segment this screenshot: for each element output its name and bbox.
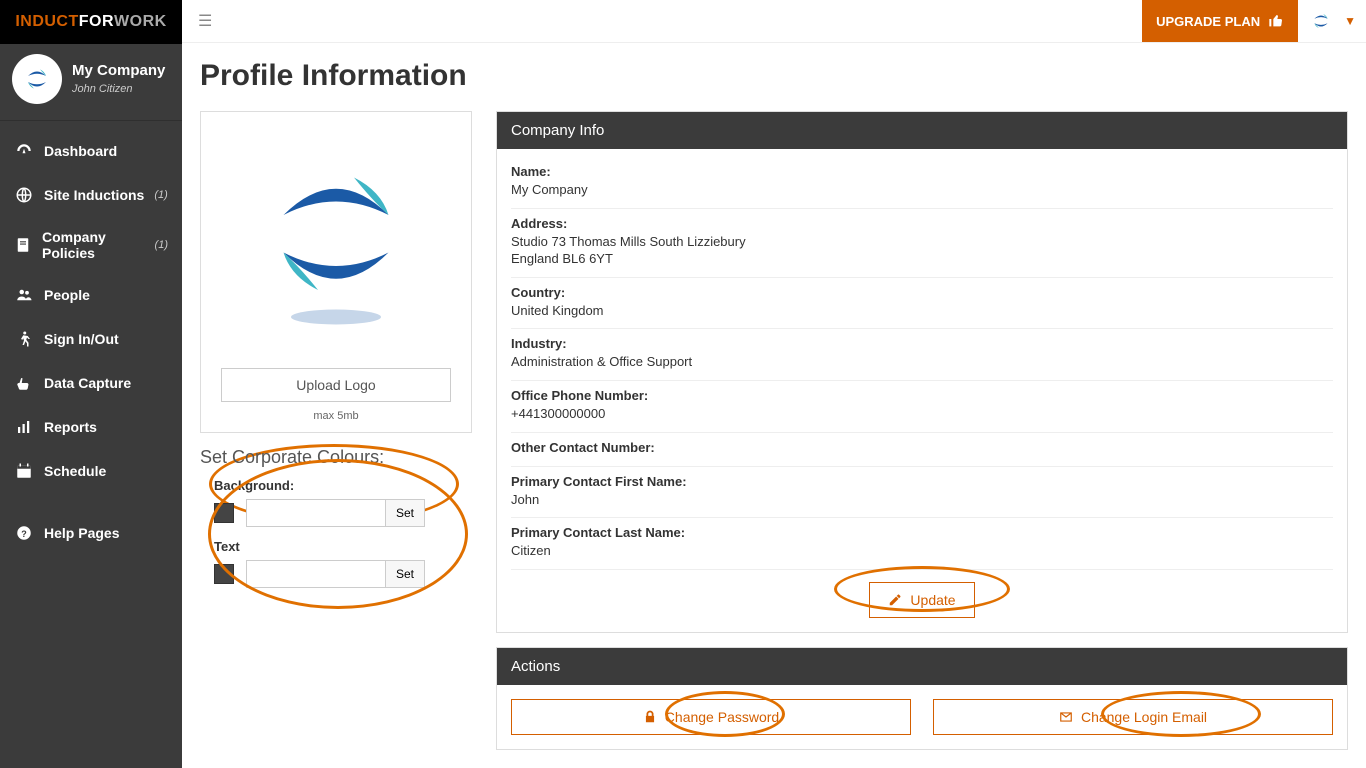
calendar-icon — [14, 461, 34, 481]
sidebar-item-reports[interactable]: Reports — [0, 405, 182, 449]
corp-colours-heading: Set Corporate Colours: — [200, 447, 472, 468]
company-block: My Company John Citizen — [0, 44, 182, 121]
sidebar-item-help-pages[interactable]: ? Help Pages — [0, 511, 182, 555]
info-row-address: Address: Studio 73 Thomas Mills South Li… — [511, 209, 1333, 278]
sidebar-item-people[interactable]: People — [0, 273, 182, 317]
sidebar-item-label: People — [44, 287, 90, 303]
envelope-icon — [1059, 710, 1073, 724]
text-set-button[interactable]: Set — [386, 560, 425, 588]
sidebar-item-label: Site Inductions — [44, 187, 144, 203]
sidebar-item-schedule[interactable]: Schedule — [0, 449, 182, 493]
user-menu-caret-icon[interactable]: ▼ — [1344, 14, 1356, 28]
hand-icon — [14, 373, 34, 393]
info-row-office-phone: Office Phone Number: +441300000000 — [511, 381, 1333, 433]
company-logo-preview — [221, 130, 451, 360]
lock-icon — [643, 710, 657, 724]
sidebar-item-label: Reports — [44, 419, 97, 435]
sidebar-item-label: Schedule — [44, 463, 106, 479]
sidebar-item-dashboard[interactable]: Dashboard — [0, 129, 182, 173]
info-row-country: Country: United Kingdom — [511, 278, 1333, 330]
info-row-industry: Industry: Administration & Office Suppor… — [511, 329, 1333, 381]
sidebar-item-label: Sign In/Out — [44, 331, 119, 347]
people-icon — [14, 285, 34, 305]
svg-text:?: ? — [21, 529, 27, 539]
text-colour-input[interactable] — [246, 560, 386, 588]
company-info-heading: Company Info — [497, 112, 1347, 149]
upload-max-note: max 5mb — [313, 410, 358, 422]
info-row-first-name: Primary Contact First Name: John — [511, 467, 1333, 519]
user-name: John Citizen — [72, 83, 165, 95]
upgrade-plan-button[interactable]: UPGRADE PLAN — [1142, 0, 1298, 42]
bar-chart-icon — [14, 417, 34, 437]
text-swatch[interactable] — [214, 564, 234, 584]
info-row-last-name: Primary Contact Last Name: Citizen — [511, 518, 1333, 570]
walk-icon — [14, 329, 34, 349]
help-icon: ? — [14, 523, 34, 543]
sidebar-item-badge: (1) — [154, 189, 167, 201]
info-row-name: Name: My Company — [511, 157, 1333, 209]
brand-logo: INDUCTFOR WORK — [0, 0, 182, 44]
sidebar-item-label: Dashboard — [44, 143, 117, 159]
sidebar-item-badge: (1) — [155, 239, 168, 251]
update-button[interactable]: Update — [869, 582, 974, 618]
sidebar-item-label: Company Policies — [42, 229, 145, 261]
company-name: My Company — [72, 63, 165, 80]
background-set-button[interactable]: Set — [386, 499, 425, 527]
upload-logo-button[interactable]: Upload Logo — [221, 368, 451, 402]
dashboard-icon — [14, 141, 34, 161]
change-login-email-button[interactable]: Change Login Email — [933, 699, 1333, 735]
company-avatar — [12, 54, 62, 104]
edit-icon — [888, 593, 902, 607]
sidebar-item-label: Help Pages — [44, 525, 119, 541]
app-logo-icon[interactable] — [1310, 10, 1332, 32]
change-password-button[interactable]: Change Password — [511, 699, 911, 735]
info-row-other-contact: Other Contact Number: — [511, 433, 1333, 467]
text-label: Text — [200, 535, 472, 558]
sidebar-item-label: Data Capture — [44, 375, 131, 391]
sidebar-item-company-policies[interactable]: Company Policies (1) — [0, 217, 182, 273]
hamburger-icon[interactable]: ☰ — [192, 11, 212, 31]
page-title: Profile Information — [200, 59, 1348, 93]
background-swatch[interactable] — [214, 503, 234, 523]
thumbs-up-icon — [1268, 13, 1284, 29]
background-colour-input[interactable] — [246, 499, 386, 527]
document-icon — [14, 235, 32, 255]
background-label: Background: — [200, 474, 472, 497]
sidebar-item-site-inductions[interactable]: Site Inductions (1) — [0, 173, 182, 217]
sidebar-item-sign-in-out[interactable]: Sign In/Out — [0, 317, 182, 361]
sidebar-item-data-capture[interactable]: Data Capture — [0, 361, 182, 405]
actions-heading: Actions — [497, 648, 1347, 685]
globe-icon — [14, 185, 34, 205]
